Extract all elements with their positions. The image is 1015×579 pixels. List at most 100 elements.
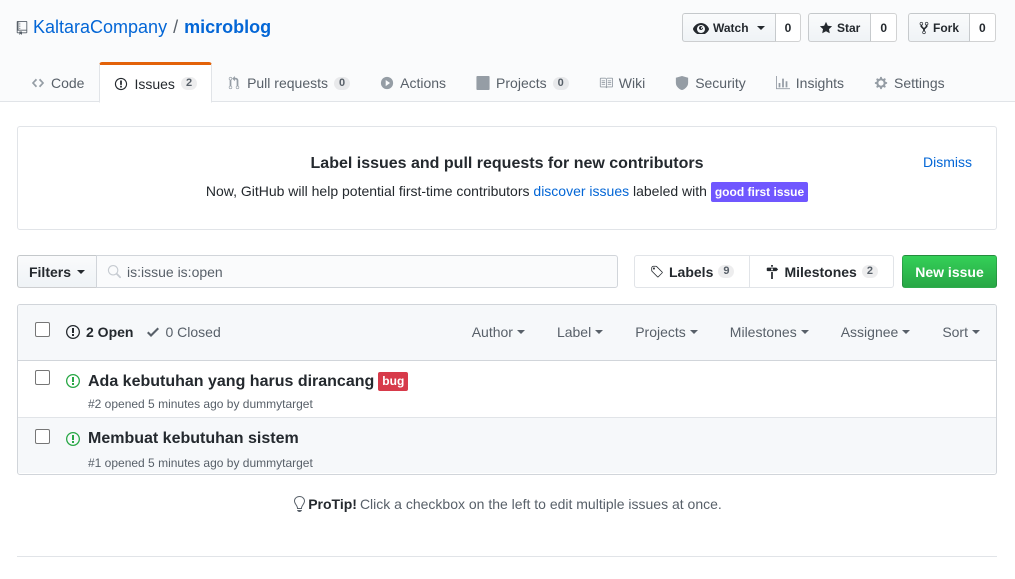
closed-issues-label: 0 Closed <box>165 324 221 340</box>
assignee-filter[interactable]: Assignee <box>825 324 927 340</box>
milestones-link[interactable]: Milestones 2 <box>750 255 894 288</box>
tab-issues[interactable]: Issues 2 <box>99 62 213 103</box>
tab-wiki[interactable]: Wiki <box>584 62 660 102</box>
gear-icon <box>874 76 888 90</box>
repo-separator: / <box>173 17 179 37</box>
star-icon <box>819 21 833 33</box>
star-label: Star <box>837 20 861 35</box>
book-icon <box>599 77 613 89</box>
tab-security-label: Security <box>695 75 746 91</box>
issues-search[interactable] <box>96 255 618 288</box>
tab-projects[interactable]: Projects 0 <box>461 62 584 102</box>
bug-label[interactable]: bug <box>378 372 409 392</box>
chevron-down-icon <box>689 330 698 334</box>
filters-button[interactable]: Filters <box>17 255 97 288</box>
projects-filter[interactable]: Projects <box>619 324 714 340</box>
issue-opened-icon <box>66 325 80 339</box>
author-filter-label: Author <box>471 324 513 340</box>
issue-opened-icon <box>66 374 80 388</box>
tab-wiki-label: Wiki <box>618 75 646 91</box>
projects-filter-label: Projects <box>635 324 686 340</box>
select-all-checkbox[interactable] <box>35 322 50 337</box>
tab-projects-label: Projects <box>496 75 547 91</box>
search-icon <box>107 264 121 278</box>
milestones-filter[interactable]: Milestones <box>714 324 825 340</box>
issue-checkbox[interactable] <box>35 429 50 444</box>
tab-insights[interactable]: Insights <box>761 62 859 102</box>
graph-icon <box>775 76 790 90</box>
milestones-label: Milestones <box>784 263 857 280</box>
first-contributors-banner: Label issues and pull requests for new c… <box>17 126 997 230</box>
issue-opened-icon <box>66 432 80 446</box>
discover-issues-link[interactable]: discover issues <box>533 183 629 199</box>
light-bulb-icon <box>294 496 306 512</box>
issue-checkbox[interactable] <box>35 370 50 385</box>
tab-code[interactable]: Code <box>16 62 99 102</box>
repo-owner-link[interactable]: KaltaraCompany <box>33 17 167 38</box>
banner-text: Now, GitHub will help potential first-ti… <box>18 182 996 202</box>
open-issues-toggle[interactable]: 2 Open <box>66 324 133 340</box>
dismiss-button[interactable]: Dismiss <box>923 154 972 170</box>
issue-row: Membuat kebutuhan sistem #1 opened 5 min… <box>18 417 996 473</box>
tab-security[interactable]: Security <box>660 62 761 102</box>
good-first-issue-label[interactable]: good first issue <box>710 182 809 202</box>
watch-button[interactable]: Watch <box>682 13 776 42</box>
fork-icon <box>919 21 929 34</box>
watch-count[interactable]: 0 <box>775 13 802 42</box>
closed-issues-toggle[interactable]: 0 Closed <box>147 324 221 340</box>
issue-title-link[interactable]: Membuat kebutuhan sistem <box>88 430 299 448</box>
tab-settings-label: Settings <box>894 75 945 91</box>
tab-settings[interactable]: Settings <box>859 62 960 102</box>
chevron-down-icon <box>595 330 604 334</box>
tab-insights-label: Insights <box>795 75 845 91</box>
label-filter[interactable]: Label <box>541 324 619 340</box>
chevron-down-icon <box>800 330 809 334</box>
sort-filter-label: Sort <box>942 324 968 340</box>
filter-menus: Author Label Projects Milestones Assigne… <box>456 324 996 340</box>
footer-divider <box>17 556 997 557</box>
milestones-count: 2 <box>861 265 878 278</box>
tab-issues-label: Issues <box>134 75 175 92</box>
issues-list-header: 2 Open 0 Closed Author Label Projects Mi… <box>18 305 996 361</box>
milestone-icon <box>767 264 779 279</box>
author-filter[interactable]: Author <box>456 324 541 340</box>
tab-actions-label: Actions <box>400 75 447 91</box>
sort-filter[interactable]: Sort <box>926 324 996 340</box>
chevron-down-icon <box>756 25 765 30</box>
tag-icon <box>651 265 663 277</box>
tab-issues-count: 2 <box>180 77 198 90</box>
chevron-down-icon <box>972 330 980 334</box>
chevron-down-icon <box>516 330 525 334</box>
fork-count[interactable]: 0 <box>970 13 996 42</box>
code-icon <box>31 78 45 88</box>
watch-label: Watch <box>713 20 749 35</box>
labels-link[interactable]: Labels 9 <box>634 255 751 288</box>
issue-states: 2 Open 0 Closed <box>66 324 221 340</box>
labels-count: 9 <box>718 265 735 278</box>
protip: ProTip! Click a checkbox on the left to … <box>0 496 1015 515</box>
tab-pull-requests[interactable]: Pull requests 0 <box>212 62 365 102</box>
tab-actions[interactable]: Actions <box>365 62 461 102</box>
issue-title-link[interactable]: Ada kebutuhan yang harus dirancang <box>88 373 374 391</box>
issue-meta: #2 opened 5 minutes ago by dummytarget <box>88 397 313 411</box>
new-issue-button[interactable]: New issue <box>902 255 997 288</box>
fork-button[interactable]: Fork <box>908 13 971 42</box>
banner-text-after: labeled with <box>633 183 707 199</box>
star-button[interactable]: Star <box>808 13 872 42</box>
tab-pull-requests-count: 0 <box>334 76 351 90</box>
chevron-down-icon <box>902 330 911 334</box>
open-issues-label: 2 Open <box>86 324 134 340</box>
issue-title-wrap: Ada kebutuhan yang harus dirancang bug <box>88 372 409 392</box>
tab-projects-count: 0 <box>552 76 569 90</box>
shield-icon <box>676 76 689 90</box>
star-count[interactable]: 0 <box>871 13 898 42</box>
repo-name-link[interactable]: microblog <box>184 17 271 38</box>
labels-label: Labels <box>669 263 714 280</box>
label-filter-label: Label <box>556 324 592 340</box>
tab-pull-requests-label: Pull requests <box>247 75 328 91</box>
search-input[interactable] <box>127 263 607 280</box>
issues-list: 2 Open 0 Closed Author Label Projects Mi… <box>17 304 997 475</box>
issue-title-wrap: Membuat kebutuhan sistem <box>88 430 299 448</box>
banner-title: Label issues and pull requests for new c… <box>310 155 704 172</box>
filters-label: Filters <box>28 263 71 280</box>
